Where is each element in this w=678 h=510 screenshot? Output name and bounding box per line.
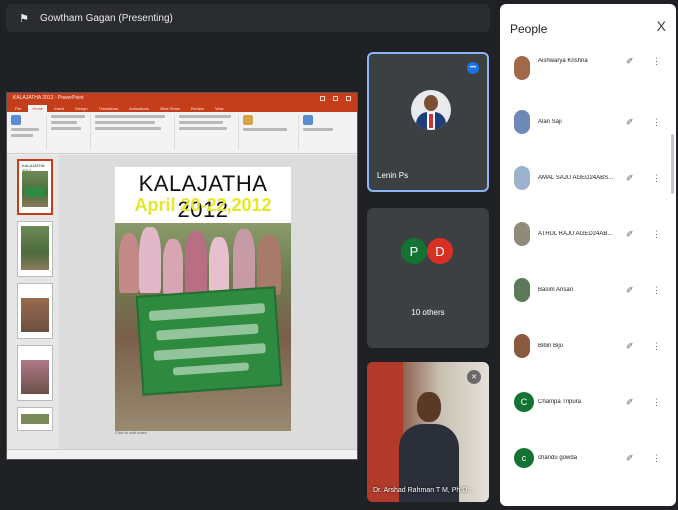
ppt-ribbon-tabs: File Home Insert Design Transitions Anim… [7,103,357,112]
notes-hint: Click to add notes [115,430,147,435]
avatar-chip: P [401,238,427,264]
mic-off-icon[interactable]: ✐ [626,397,634,408]
slide-thumbnail-pane: KALAJATHA 2012 [7,155,59,449]
participant-name: ATHUL RAJU AGED24AB... [538,231,613,237]
ppt-window-title: KALAJATHA 2012 - PowerPoint [13,95,84,101]
participant-name: Dr. Arshad Rahman T M, Ph.D... [373,487,474,494]
list-item[interactable]: Bibin Biju ✐ ⋮ [500,318,676,374]
participant-tile-video[interactable]: ✕ Dr. Arshad Rahman T M, Ph.D... [367,362,489,502]
close-window-icon [346,95,351,101]
avatar [514,222,530,246]
avatar [514,166,530,190]
shared-screen: KALAJATHA 2012 - PowerPoint File Home In… [6,92,358,460]
participant-tile-lenin[interactable]: ••• Lenin Ps [367,52,489,192]
slide-photo [115,223,291,431]
mic-off-icon[interactable]: ✐ [626,285,634,296]
ribbon-tab: Review [186,105,208,112]
avatar [514,334,530,358]
participant-name: Alan Saji [538,119,562,125]
close-icon[interactable]: X [657,18,666,34]
meeting-stage: ⚑ Gowtham Gagan (Presenting) KALAJATHA 2… [0,0,678,510]
participant-name: AMAL SAJU AGED24ABS... [538,175,614,181]
more-options-icon[interactable]: ⋮ [652,229,661,240]
current-slide: KALAJATHA 2012 April 20-22,2012 [115,167,291,431]
maximize-icon [333,95,338,101]
ppt-body: KALAJATHA 2012 KALAJATHA 2012 April 20-2… [7,155,357,449]
avatar: C [514,392,534,412]
ribbon-group-editing [303,115,343,150]
participant-name: Aishwarya Krishna [538,58,588,64]
participant-name: Bibin Biju [538,343,564,349]
mic-off-icon[interactable]: ✐ [626,229,634,240]
ppt-titlebar: KALAJATHA 2012 - PowerPoint [7,93,357,103]
participant-tile-others[interactable]: P D 10 others [367,208,489,348]
participant-name: Champa Tripura [538,399,582,405]
ribbon-tab: Design [71,105,92,112]
list-item[interactable]: C Champa Tripura ✐ ⋮ [500,374,676,430]
slide-subtitle: April 20-22,2012 [134,195,272,215]
panel-title: People [510,22,548,36]
ribbon-tab: Transitions [94,105,123,112]
more-options-icon[interactable]: ⋮ [652,56,661,67]
more-options-icon[interactable]: ⋮ [652,397,661,408]
more-options-icon[interactable]: ⋮ [652,117,661,128]
more-options-icon[interactable]: ⋮ [652,173,661,184]
slide-thumbnail [17,407,53,431]
pin-icon[interactable]: ⚑ [16,11,32,25]
presenter-bar: ⚑ Gowtham Gagan (Presenting) [6,4,490,32]
window-controls [320,95,351,101]
presenter-name: Gowtham Gagan (Presenting) [40,12,173,24]
more-options-icon[interactable]: ⋮ [652,341,661,352]
mic-off-icon[interactable]: ✐ [626,117,634,128]
avatar [411,90,451,130]
participant-name: Lenin Ps [377,171,409,180]
list-item[interactable]: ATHUL RAJU AGED24AB... ✐ ⋮ [500,206,676,262]
avatar [514,278,530,302]
people-panel: People X Aishwarya Krishna ✐ ⋮ Alan Saji… [500,4,676,506]
list-item[interactable]: AMAL SAJU AGED24ABS... ✐ ⋮ [500,150,676,206]
shapes-icon [243,115,253,125]
avatar-chip: D [427,238,453,264]
slide-edit-area: KALAJATHA 2012 April 20-22,2012 Click to… [59,155,357,449]
avatar [514,56,530,80]
panel-header: People X [500,4,676,48]
participant-name: Basim Ansari [538,287,574,293]
ribbon-tab: Animations [125,105,153,112]
list-item[interactable]: Basim Ansari ✐ ⋮ [500,262,676,318]
ribbon-tab: Insert [50,105,69,112]
mic-off-icon[interactable]: ✐ [626,173,634,184]
ribbon-tab: View [210,105,228,112]
ribbon-tab-active: Home [28,105,48,112]
mic-off-icon[interactable]: ✐ [626,56,634,67]
list-item[interactable]: Alan Saji ✐ ⋮ [500,94,676,150]
mic-off-icon[interactable]: ✐ [626,453,634,464]
others-count: 10 others [411,308,445,317]
avatar: c [514,448,534,468]
avatar [514,110,530,134]
find-icon [303,115,313,125]
mic-off-icon[interactable]: ✐ [626,341,634,352]
ppt-ribbon [7,112,357,154]
paste-icon [11,115,21,125]
ppt-status-bar [7,449,357,459]
slide-thumbnail [17,345,53,401]
ribbon-group-clipboard [11,115,47,150]
minimize-icon [320,95,325,101]
more-options-icon[interactable]: ⋮ [652,285,661,296]
mic-off-icon: ✕ [467,370,481,384]
slide-banner [135,286,283,396]
participant-name: chandu gowda [538,455,578,461]
list-item[interactable]: ✐ ⋮ [500,476,676,506]
ribbon-group-font [95,115,175,150]
ribbon-group-slides [51,115,91,150]
ribbon-group-drawing [243,115,299,150]
ribbon-group-paragraph [179,115,239,150]
more-options-icon[interactable]: ⋮ [652,453,661,464]
slide-thumbnail [17,283,53,339]
ribbon-tab: Slide Show [155,105,184,112]
slide-thumbnail [17,221,53,277]
speaking-indicator-icon: ••• [467,62,479,74]
slide-thumbnail: KALAJATHA 2012 [17,159,53,215]
ribbon-tab: File [11,105,26,112]
